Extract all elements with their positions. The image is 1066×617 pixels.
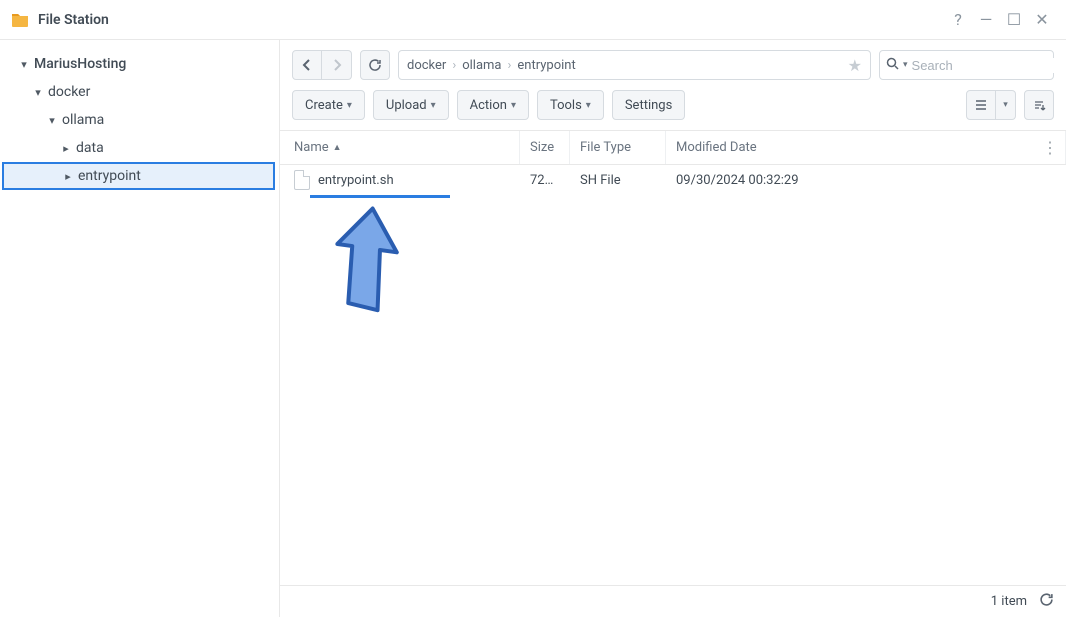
help-icon[interactable]: ?	[944, 6, 972, 34]
app-folder-icon	[10, 10, 30, 30]
caret-right-icon: ▸	[62, 170, 74, 183]
upload-button[interactable]: Upload ▾	[373, 90, 449, 120]
minimize-icon[interactable]: —	[972, 6, 1000, 34]
annotation-arrow-icon	[320, 203, 410, 327]
tools-button[interactable]: Tools ▾	[537, 90, 604, 120]
folder-tree: ▾ MariusHosting ▾ docker ▾ ollama ▸ data ▸ en…	[0, 40, 280, 617]
btn-label: Upload	[386, 98, 427, 113]
chevron-right-icon: ›	[508, 58, 512, 73]
col-name[interactable]: Name ▲	[280, 131, 520, 164]
tree-item-docker[interactable]: ▾ docker	[0, 78, 279, 106]
sort-button[interactable]	[1024, 90, 1054, 120]
col-label: File Type	[580, 140, 631, 155]
caret-down-icon: ▾	[586, 100, 591, 111]
btn-label: Action	[470, 98, 507, 113]
col-date[interactable]: Modified Date	[666, 131, 1066, 164]
breadcrumb: docker › ollama › entrypoint ★	[398, 50, 871, 80]
crumb-docker[interactable]: docker	[407, 58, 446, 73]
caret-down-icon: ▾	[347, 100, 352, 111]
file-icon	[294, 170, 310, 190]
reload-button[interactable]	[360, 50, 390, 80]
tree-label: data	[76, 140, 104, 156]
caret-down-icon: ▾	[46, 114, 58, 127]
caret-down-icon: ▾	[18, 58, 30, 71]
action-toolbar: Create▾ Upload▾ Action▾ Tools▾ Settings …	[280, 90, 1066, 130]
search-box[interactable]: ▾	[879, 50, 1054, 80]
col-size[interactable]: Size	[520, 131, 570, 164]
table-row[interactable]: entrypoint.sh 72… SH File 09/30/2024 00:…	[280, 165, 1066, 195]
maximize-icon[interactable]: ☐	[1000, 6, 1028, 34]
tree-label: docker	[48, 84, 90, 100]
tree-item-ollama[interactable]: ▾ ollama	[0, 106, 279, 134]
chevron-right-icon: ›	[452, 58, 456, 73]
col-label: Name	[294, 140, 329, 155]
tree-root[interactable]: ▾ MariusHosting	[0, 50, 279, 78]
tree-label: MariusHosting	[34, 56, 126, 72]
refresh-icon[interactable]	[1039, 592, 1054, 611]
app-title: File Station	[38, 12, 944, 28]
tree-label: entrypoint	[78, 168, 141, 184]
caret-down-icon: ▾	[511, 100, 516, 111]
caret-right-icon: ▸	[60, 142, 72, 155]
settings-button[interactable]: Settings	[612, 90, 685, 120]
column-menu-icon[interactable]: ⋮	[1042, 138, 1058, 157]
annotation-underline	[310, 195, 450, 198]
file-size: 72…	[520, 173, 570, 188]
nav-toolbar: docker › ollama › entrypoint ★ ▾	[280, 40, 1066, 90]
sort-asc-icon: ▲	[333, 142, 342, 153]
search-input[interactable]	[912, 58, 1066, 73]
crumb-entrypoint[interactable]: entrypoint	[517, 58, 575, 73]
col-label: Size	[530, 140, 554, 155]
statusbar: 1 item	[280, 585, 1066, 617]
item-count: 1 item	[991, 594, 1027, 609]
search-icon	[886, 57, 899, 74]
create-button[interactable]: Create ▾	[292, 90, 365, 120]
back-button[interactable]	[292, 50, 322, 80]
table-body: entrypoint.sh 72… SH File 09/30/2024 00:…	[280, 165, 1066, 585]
caret-down-icon: ▾	[32, 86, 44, 99]
btn-label: Create	[305, 98, 343, 113]
file-date: 09/30/2024 00:32:29	[666, 173, 1066, 188]
col-label: Modified Date	[676, 140, 757, 155]
view-list-button[interactable]	[966, 90, 996, 120]
file-type: SH File	[570, 173, 666, 188]
btn-label: Settings	[625, 98, 672, 113]
tree-item-entrypoint[interactable]: ▸ entrypoint	[2, 162, 275, 190]
btn-label: Tools	[550, 98, 582, 113]
favorite-star-icon[interactable]: ★	[848, 56, 862, 75]
action-button[interactable]: Action ▾	[457, 90, 529, 120]
caret-down-icon: ▾	[431, 100, 436, 111]
view-options-button[interactable]: ▾	[996, 90, 1016, 120]
table-header: Name ▲ Size File Type Modified Date ⋮	[280, 131, 1066, 165]
titlebar: File Station ? — ☐ ✕	[0, 0, 1066, 40]
col-type[interactable]: File Type	[570, 131, 666, 164]
chevron-down-icon[interactable]: ▾	[903, 60, 908, 70]
forward-button[interactable]	[322, 50, 352, 80]
close-icon[interactable]: ✕	[1028, 6, 1056, 34]
file-name: entrypoint.sh	[318, 173, 394, 188]
tree-item-data[interactable]: ▸ data	[0, 134, 279, 162]
tree-label: ollama	[62, 112, 104, 128]
crumb-ollama[interactable]: ollama	[462, 58, 501, 73]
